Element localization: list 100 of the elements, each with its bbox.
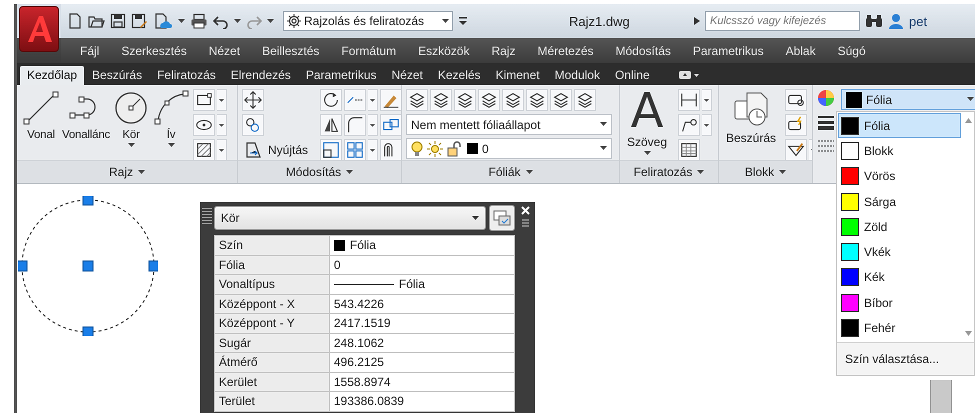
property-value[interactable]: Fólia bbox=[350, 238, 376, 252]
menu-item[interactable]: Módosítás bbox=[604, 44, 682, 58]
explode-icon[interactable] bbox=[380, 114, 401, 136]
scrollbar[interactable] bbox=[930, 380, 952, 413]
app-logo-icon[interactable] bbox=[26, 14, 52, 44]
caret-icon[interactable] bbox=[526, 170, 532, 174]
menu-item[interactable]: Nézet bbox=[198, 44, 252, 58]
rotate-icon[interactable] bbox=[320, 89, 342, 111]
new-file-icon[interactable] bbox=[67, 13, 83, 29]
ribbon-tab[interactable]: Beszúrás bbox=[85, 66, 150, 85]
menu-item[interactable]: Méretezés bbox=[526, 44, 605, 58]
search-field[interactable]: Kulcsszó vagy kifejezés bbox=[705, 11, 860, 31]
caret-icon[interactable] bbox=[168, 143, 175, 148]
panel-title[interactable]: Fóliák bbox=[488, 165, 520, 179]
caret-icon[interactable] bbox=[644, 151, 651, 156]
grip-handle[interactable] bbox=[82, 326, 94, 336]
grip-handle[interactable] bbox=[148, 260, 158, 272]
grip-handle[interactable] bbox=[82, 196, 94, 206]
color-option[interactable]: Blokk bbox=[838, 138, 961, 164]
caret-icon[interactable] bbox=[967, 97, 974, 102]
trim-icon[interactable] bbox=[344, 89, 366, 111]
binoculars-icon[interactable] bbox=[865, 13, 883, 29]
layer-on-icon[interactable] bbox=[574, 89, 596, 111]
text-tool-button[interactable]: A Szöveg bbox=[624, 89, 670, 156]
caret-icon[interactable] bbox=[267, 18, 274, 24]
print-icon[interactable] bbox=[190, 13, 208, 29]
menu-item[interactable]: Formátum bbox=[330, 44, 408, 58]
color-option[interactable]: Bíbor bbox=[838, 290, 961, 316]
copy-icon[interactable] bbox=[242, 114, 264, 136]
array-icon[interactable] bbox=[344, 139, 366, 160]
close-icon[interactable] bbox=[520, 206, 530, 215]
caret-icon[interactable] bbox=[779, 170, 786, 174]
cloud-document-icon[interactable] bbox=[153, 13, 173, 29]
ribbon-tab[interactable]: Parametrikus bbox=[298, 66, 384, 85]
palette-grip[interactable] bbox=[202, 206, 212, 226]
color-dropdown[interactable]: Fólia bbox=[841, 89, 975, 110]
layer-freeze-icon[interactable] bbox=[550, 89, 572, 111]
layer-match-icon[interactable] bbox=[502, 89, 524, 111]
expand-arrow-icon[interactable] bbox=[694, 17, 700, 25]
color-option[interactable]: Vkék bbox=[838, 239, 961, 265]
ribbon-tab[interactable]: Feliratozás bbox=[150, 66, 223, 85]
ribbon-toggle-icon[interactable] bbox=[678, 70, 700, 80]
scroll-up-icon[interactable] bbox=[964, 118, 972, 123]
color-option[interactable]: Kék bbox=[838, 264, 961, 290]
options-menu-icon[interactable] bbox=[520, 219, 530, 229]
color-wheel-icon[interactable] bbox=[817, 89, 835, 107]
menu-item[interactable]: Szerkesztés bbox=[110, 44, 198, 58]
layer-isolate-icon[interactable] bbox=[430, 89, 452, 111]
layer-properties-icon[interactable] bbox=[406, 89, 428, 111]
quick-select-icon[interactable] bbox=[489, 205, 516, 231]
ribbon-tool-button[interactable]: Vonal bbox=[21, 89, 61, 141]
caret-icon[interactable] bbox=[234, 18, 241, 24]
mirror-icon[interactable] bbox=[320, 114, 342, 136]
attribute-edit-icon[interactable] bbox=[785, 139, 808, 160]
menu-item[interactable]: Parametrikus bbox=[682, 44, 775, 58]
caret-icon[interactable] bbox=[346, 170, 354, 174]
save-as-icon[interactable] bbox=[131, 13, 148, 29]
ribbon-tab[interactable]: Kimenet bbox=[488, 66, 547, 85]
scale-icon[interactable] bbox=[320, 139, 342, 160]
property-value[interactable]: 0 bbox=[334, 258, 341, 272]
eraser-icon[interactable] bbox=[380, 89, 401, 111]
grip-handle[interactable] bbox=[18, 260, 28, 272]
ribbon-tab[interactable]: Kezelés bbox=[430, 66, 488, 85]
menu-item[interactable]: Ablak bbox=[774, 44, 827, 58]
ribbon-tool-button[interactable]: Ív bbox=[151, 89, 192, 148]
caret-icon[interactable] bbox=[600, 146, 607, 151]
layer-dropdown[interactable]: 0 bbox=[406, 138, 612, 159]
edit-block-icon[interactable] bbox=[785, 114, 808, 136]
panel-title[interactable]: Rajz bbox=[108, 165, 133, 179]
caret-icon[interactable] bbox=[697, 170, 704, 174]
caret-icon[interactable] bbox=[178, 18, 185, 24]
leader-icon[interactable] bbox=[678, 114, 700, 136]
stretch-button[interactable]: Nyújtás bbox=[242, 139, 310, 160]
scroll-down-icon[interactable] bbox=[964, 331, 972, 336]
lineweight-icon[interactable] bbox=[817, 113, 835, 131]
ribbon-tab[interactable]: Nézet bbox=[384, 66, 430, 85]
ribbon-tool-button[interactable]: Vonallánc bbox=[61, 89, 112, 141]
fillet-icon[interactable] bbox=[344, 114, 366, 136]
menu-item[interactable]: Eszközök bbox=[407, 44, 480, 58]
rectangle-icon[interactable] bbox=[193, 89, 216, 111]
color-option[interactable]: Sárga bbox=[838, 188, 961, 214]
layer-off-icon[interactable] bbox=[454, 89, 476, 111]
dimension-icon[interactable] bbox=[678, 89, 700, 111]
color-option[interactable]: Vörös bbox=[838, 164, 961, 189]
color-option[interactable]: Fehér bbox=[838, 315, 961, 341]
grip-handle[interactable] bbox=[82, 260, 94, 272]
menu-item[interactable]: Rajz bbox=[480, 44, 526, 58]
color-option[interactable]: Fólia bbox=[838, 113, 961, 138]
move-icon[interactable] bbox=[242, 89, 264, 111]
layer-previous-icon[interactable] bbox=[526, 89, 548, 111]
caret-icon[interactable] bbox=[138, 170, 145, 174]
table-icon[interactable] bbox=[678, 139, 700, 160]
create-block-icon[interactable] bbox=[785, 89, 808, 111]
caret-icon[interactable] bbox=[472, 216, 480, 220]
property-value[interactable]: Fólia bbox=[398, 277, 425, 292]
object-type-dropdown[interactable]: Kör bbox=[214, 206, 486, 230]
menu-item[interactable]: Beillesztés bbox=[251, 44, 330, 58]
layer-state-dropdown[interactable]: Nem mentett fóliaállapot bbox=[406, 114, 612, 135]
offset-icon[interactable] bbox=[380, 139, 401, 160]
caret-icon[interactable] bbox=[600, 122, 607, 127]
